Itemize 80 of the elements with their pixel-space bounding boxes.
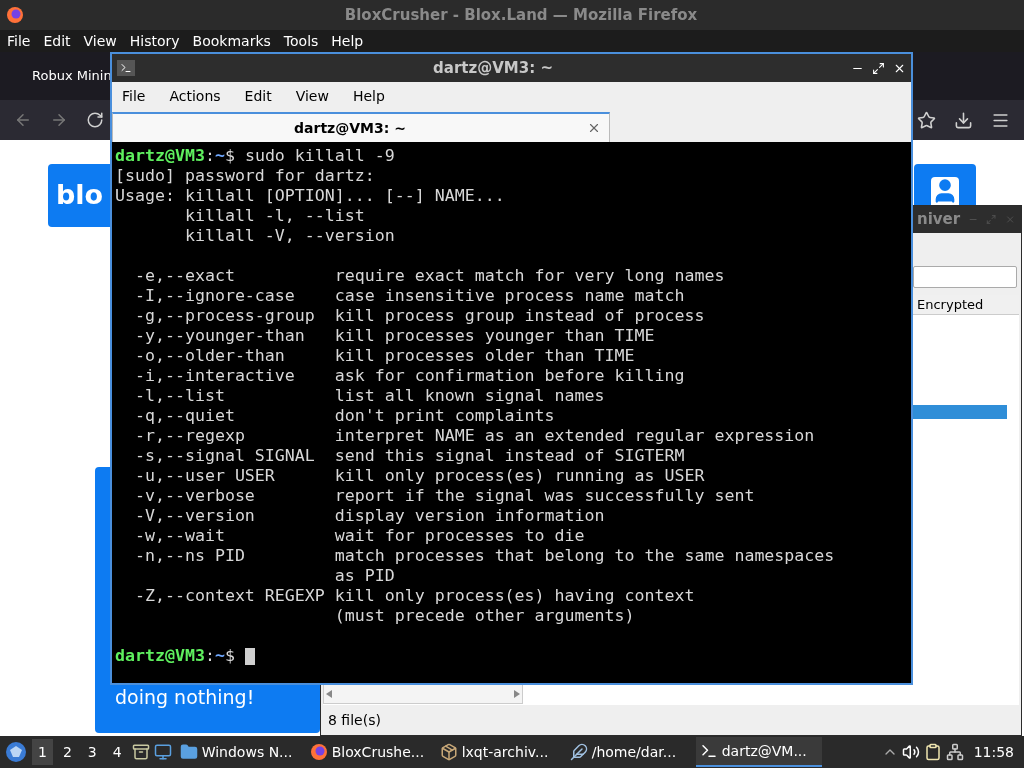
folder-icon — [179, 743, 198, 761]
user-icon — [931, 177, 959, 205]
status-text: 8 file(s) — [328, 710, 381, 730]
task-button[interactable]: dartz@VM... — [695, 737, 822, 767]
menu-item[interactable]: File — [7, 30, 31, 52]
menu-item[interactable]: View — [83, 30, 117, 52]
terminal-line: -l,--list list all known signal names — [133, 386, 605, 406]
terminal-line: -Z,--context REGEXP kill only process(es) having context — [133, 586, 695, 606]
desktop-icon[interactable] — [153, 743, 172, 761]
menu-item[interactable]: Help — [352, 85, 385, 107]
clipboard-icon[interactable] — [923, 743, 942, 761]
network-icon[interactable] — [945, 743, 964, 761]
horizontal-scrollbar[interactable] — [323, 684, 523, 704]
terminal-line: -n,--ns PID match processes that belong to the same namespaces — [133, 546, 835, 566]
task-button[interactable]: lxqt-archiv... — [435, 737, 562, 767]
terminal-line: -w,--wait wait for processes to die — [133, 526, 585, 546]
terminal-line: [sudo] password for dartz: — [115, 166, 375, 186]
forward-icon[interactable] — [50, 111, 68, 129]
menu-item[interactable]: Edit — [244, 85, 272, 107]
column-header[interactable]: Encrypted — [915, 295, 1019, 314]
terminal-line: as PID — [333, 566, 395, 586]
volume-icon[interactable] — [901, 743, 920, 761]
start-menu-icon[interactable] — [4, 740, 28, 764]
card-text: doing nothing! — [115, 684, 255, 710]
terminal-line: Usage: killall [OPTION]... [--] NAME... — [115, 186, 505, 206]
window-title: dartz@VM3: ~ — [432, 57, 554, 79]
desktop-switch[interactable]: 3 — [81, 739, 103, 765]
terminal-line: -I,--ignore-case case insensitive process name match — [133, 286, 685, 306]
desktop-switch[interactable]: 1 — [32, 739, 53, 765]
terminal-tab[interactable]: dartz@VM3: ~ — [112, 112, 610, 142]
terminal-line: -q,--quiet don't print complaints — [133, 406, 555, 426]
terminal-icon — [117, 60, 135, 76]
terminal-line: killall -l, --list — [183, 206, 365, 226]
menu-item[interactable]: Help — [331, 30, 364, 52]
desktop-switch[interactable]: 4 — [106, 739, 128, 765]
terminal-line: killall -V, --version — [183, 226, 395, 246]
scroll-left-icon[interactable] — [326, 690, 332, 698]
terminal-line: -v,--verbose report if the signal was successfully sent — [133, 486, 755, 506]
menu-item[interactable]: File — [122, 85, 146, 107]
menu-item[interactable]: Edit — [43, 30, 71, 52]
menu-item[interactable]: Actions — [169, 85, 221, 107]
terminal-icon — [699, 742, 718, 760]
account-button[interactable] — [914, 164, 976, 205]
scroll-right-icon[interactable] — [514, 690, 520, 698]
task-button[interactable]: Windows N... — [175, 737, 302, 767]
file-cabinet-icon[interactable] — [131, 743, 150, 761]
task-button[interactable]: /home/dar... — [565, 737, 692, 767]
terminal-line: -g,--process-group kill process group instead of process — [133, 306, 705, 326]
desktop-switch[interactable]: 2 — [56, 739, 78, 765]
task-button[interactable]: BloxCrushe... — [305, 737, 432, 767]
terminal-line: dartz@VM3:~$ sudo killall -9 — [115, 146, 395, 166]
maximize-icon[interactable] — [872, 61, 885, 75]
terminal-line: -y,--younger-than kill processes younger than TIME — [133, 326, 655, 346]
terminal-line: dartz@VM3:~$ — [115, 646, 255, 666]
browser-tab[interactable]: Robux Minin — [32, 66, 112, 86]
clock[interactable]: 11:58 — [973, 741, 1014, 763]
browser-icon — [6, 6, 24, 24]
terminal-line: -o,--older-than kill processes older than TIME — [133, 346, 635, 366]
feather-icon — [569, 743, 588, 761]
menu-item[interactable]: Bookmarks — [192, 30, 271, 52]
search-field[interactable] — [913, 266, 1017, 288]
reload-icon[interactable] — [86, 111, 104, 129]
package-icon — [439, 743, 458, 761]
download-icon[interactable] — [954, 110, 973, 130]
browser-icon — [309, 743, 328, 761]
menu-item[interactable]: View — [295, 85, 329, 107]
logo-text: blo — [56, 178, 104, 213]
window-title: BloxCrusher - Blox.Land — Mozilla Firefox — [343, 4, 699, 26]
bookmark-star-icon[interactable] — [917, 110, 936, 130]
terminal-line: (must precede other arguments) — [333, 606, 635, 626]
window-title: niver — [917, 209, 961, 231]
menu-item[interactable]: Tools — [283, 30, 319, 52]
terminal-line: -V,--version display version information — [133, 506, 605, 526]
menu-item[interactable]: History — [129, 30, 180, 52]
terminal-line: -u,--user USER kill only process(es) running as USER — [133, 466, 705, 486]
terminal-line: -r,--regexp interpret NAME as an extended regular expression — [133, 426, 815, 446]
back-icon[interactable] — [14, 111, 32, 129]
terminal-line: -e,--exact require exact match for very long names — [133, 266, 725, 286]
terminal-line: -s,--signal SIGNAL send this signal instead of SIGTERM — [133, 446, 685, 466]
terminal-line: -i,--interactive ask for confirmation before killing — [133, 366, 685, 386]
